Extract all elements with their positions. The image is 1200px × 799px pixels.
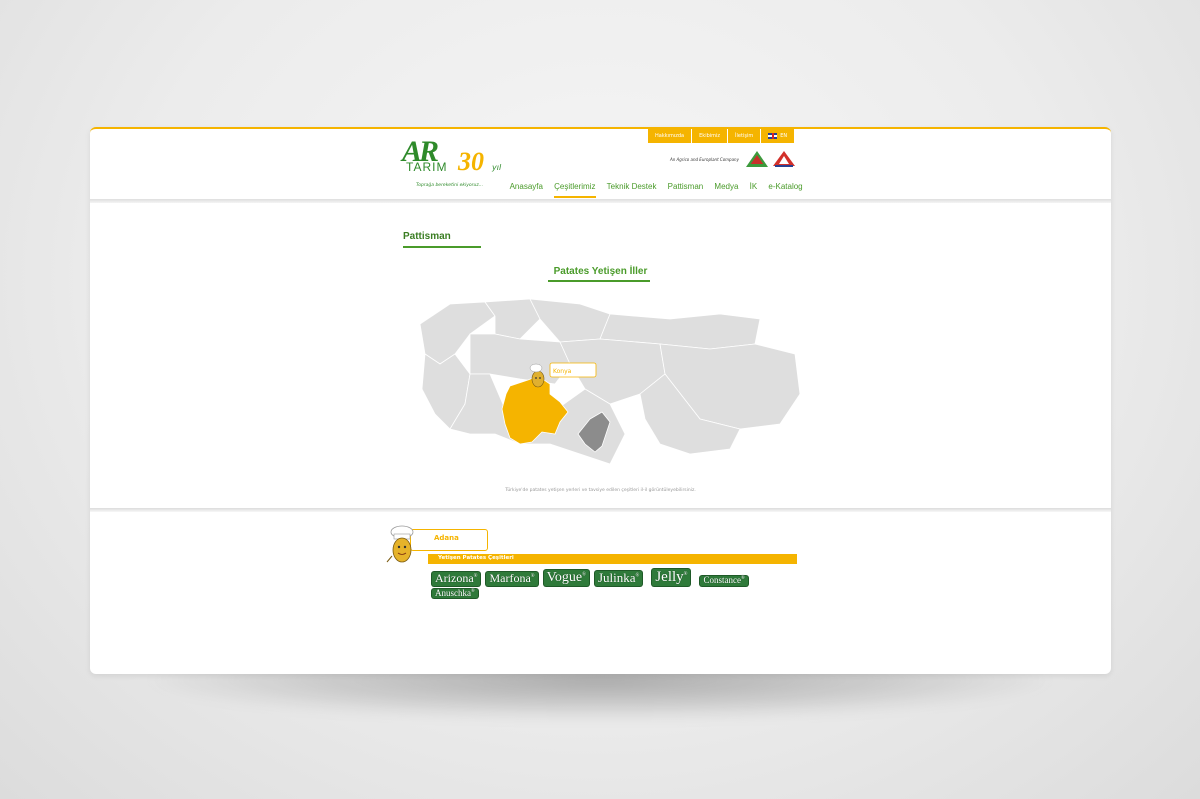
header-divider [90, 199, 1111, 203]
page-title: Pattisman [403, 231, 451, 242]
nav-hr[interactable]: İK [744, 182, 763, 191]
website-card: Hakkımızda Ekibimiz İletişim EN An Agric… [90, 127, 1111, 674]
uk-flag-icon [768, 133, 778, 139]
province-region-marmara[interactable] [484, 298, 541, 340]
map-title: Patates Yetişen İller [553, 266, 648, 277]
province-region-blacksea-west[interactable] [529, 298, 611, 343]
chef-mascot-icon [386, 525, 414, 563]
variety-badge-jelly[interactable]: Jelly® [652, 569, 691, 586]
city-name: Adana [434, 534, 459, 542]
language-label: EN [780, 133, 788, 139]
varieties-label: Yetişen Patates Çeşitleri [438, 555, 514, 561]
logo-anniversary: 30 [458, 147, 484, 176]
ar-tarim-logo[interactable]: AR TARIM 30 yıl Toprağa bereketini ekiyo… [400, 135, 520, 195]
map-provinces[interactable] [419, 298, 801, 465]
site-header: Hakkımızda Ekibimiz İletişim EN An Agric… [90, 129, 1111, 199]
variety-badge-constance[interactable]: Constance® [700, 575, 748, 586]
topbar-link-team[interactable]: Ekibimiz [692, 129, 729, 143]
map-callout: Konya [549, 362, 597, 378]
nav-home[interactable]: Anasayfa [504, 182, 549, 191]
nav-technical-support[interactable]: Teknik Destek [601, 182, 662, 191]
agrico-logo-icon[interactable] [772, 150, 796, 168]
nav-ecatalog[interactable]: e-Katalog [763, 182, 808, 191]
top-bar: Hakkımızda Ekibimiz İletişim EN [648, 129, 796, 143]
company-note: An Agrico and Europlant Company [670, 157, 739, 162]
turkey-map[interactable]: Konya [410, 294, 802, 479]
main-nav: Anasayfa Çeşitlerimiz Teknik Destek Patt… [504, 182, 808, 198]
europlant-logo-icon[interactable] [745, 150, 769, 168]
map-caption: Türkiye'de patates yetişen yerleri ve ta… [505, 488, 696, 493]
language-switch[interactable]: EN [761, 129, 796, 143]
variety-badge-julinka[interactable]: Julinka® [594, 571, 643, 586]
nav-media[interactable]: Medya [709, 182, 744, 191]
page-title-underline [403, 246, 481, 248]
map-callout-label: Konya [553, 368, 572, 375]
variety-badge-arizona[interactable]: Arizona® [432, 572, 481, 586]
variety-badge-marfona[interactable]: Marfona® [486, 572, 538, 586]
variety-badges: Arizona® Marfona® Vogue® Julinka® Jelly®… [432, 569, 772, 599]
nav-pattisman[interactable]: Pattisman [662, 182, 709, 191]
variety-badge-anuschka[interactable]: Anuschka® [432, 588, 478, 599]
section-divider [90, 508, 1111, 512]
topbar-link-contact[interactable]: İletişim [728, 129, 762, 143]
logo-slogan: Toprağa bereketini ekiyoruz... [416, 183, 484, 188]
map-title-underline [548, 280, 650, 282]
variety-badge-vogue[interactable]: Vogue® [543, 570, 589, 586]
logo-anniversary-suffix: yıl [492, 163, 502, 172]
nav-varieties[interactable]: Çeşitlerimiz [549, 182, 602, 198]
logo-name: TARIM [406, 160, 448, 174]
topbar-link-about[interactable]: Hakkımızda [648, 129, 693, 143]
